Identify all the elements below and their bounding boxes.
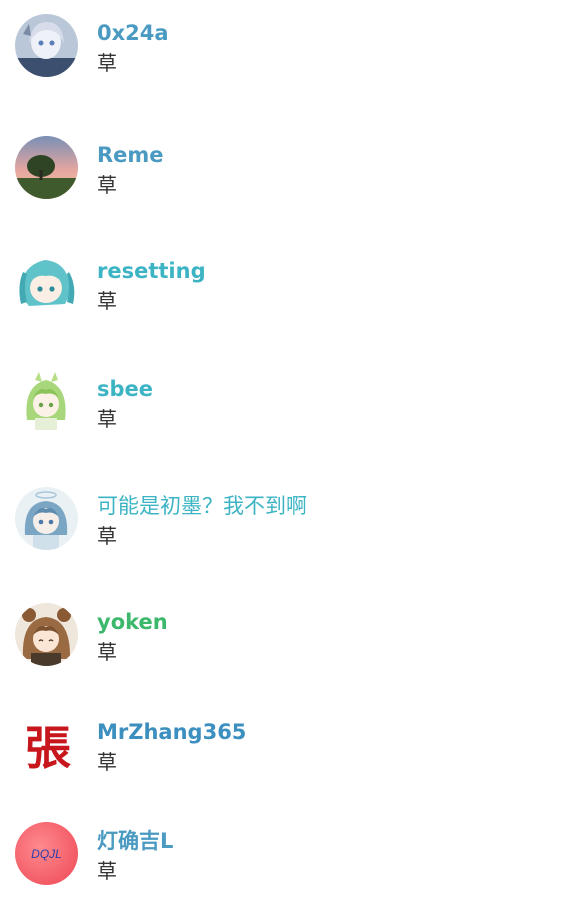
message-text: 草 — [97, 173, 117, 197]
chat-message-item[interactable]: 0x24a 草 — [0, 14, 587, 104]
chat-message-item[interactable]: 可能是初墨？我不到啊 草 — [0, 487, 587, 577]
sender-name[interactable]: 0x24a — [97, 19, 169, 47]
bear-ears-anime-avatar-icon[interactable] — [15, 603, 78, 666]
message-text: 草 — [97, 859, 117, 883]
sender-name[interactable]: resetting — [97, 257, 206, 285]
sender-name[interactable]: sbee — [97, 375, 153, 403]
dqjl-avatar-icon[interactable]: DQJL — [15, 822, 78, 885]
sender-name[interactable]: Reme — [97, 141, 164, 169]
sender-name[interactable]: 灯确吉L — [97, 827, 173, 855]
landscape-tree-avatar-icon[interactable] — [15, 136, 78, 199]
chat-message-item[interactable]: Reme 草 — [0, 136, 587, 226]
chat-message-item[interactable]: yoken 草 — [0, 603, 587, 693]
avatar-text: DQJL — [31, 847, 62, 861]
sender-name[interactable]: yoken — [97, 608, 168, 636]
message-text: 草 — [97, 524, 117, 548]
miku-avatar-icon[interactable] — [15, 252, 78, 315]
chat-message-item[interactable]: resetting 草 — [0, 252, 587, 342]
angel-anime-avatar-icon[interactable] — [15, 487, 78, 550]
anime-avatar-icon[interactable] — [15, 14, 78, 77]
message-text: 草 — [97, 750, 117, 774]
message-text: 草 — [97, 51, 117, 75]
chat-message-item[interactable]: 張 MrZhang365 草 — [0, 713, 587, 803]
zhang-character-icon[interactable]: 張 — [18, 713, 78, 776]
message-text: 草 — [97, 407, 117, 431]
chat-message-item[interactable]: DQJL 灯确吉L 草 — [0, 822, 587, 912]
chat-message-item[interactable]: sbee 草 — [0, 370, 587, 460]
green-hair-anime-avatar-icon[interactable] — [15, 370, 78, 433]
sender-name[interactable]: 可能是初墨？我不到啊 — [97, 492, 307, 520]
message-text: 草 — [97, 640, 117, 664]
sender-name[interactable]: MrZhang365 — [97, 718, 246, 746]
message-text: 草 — [97, 289, 117, 313]
